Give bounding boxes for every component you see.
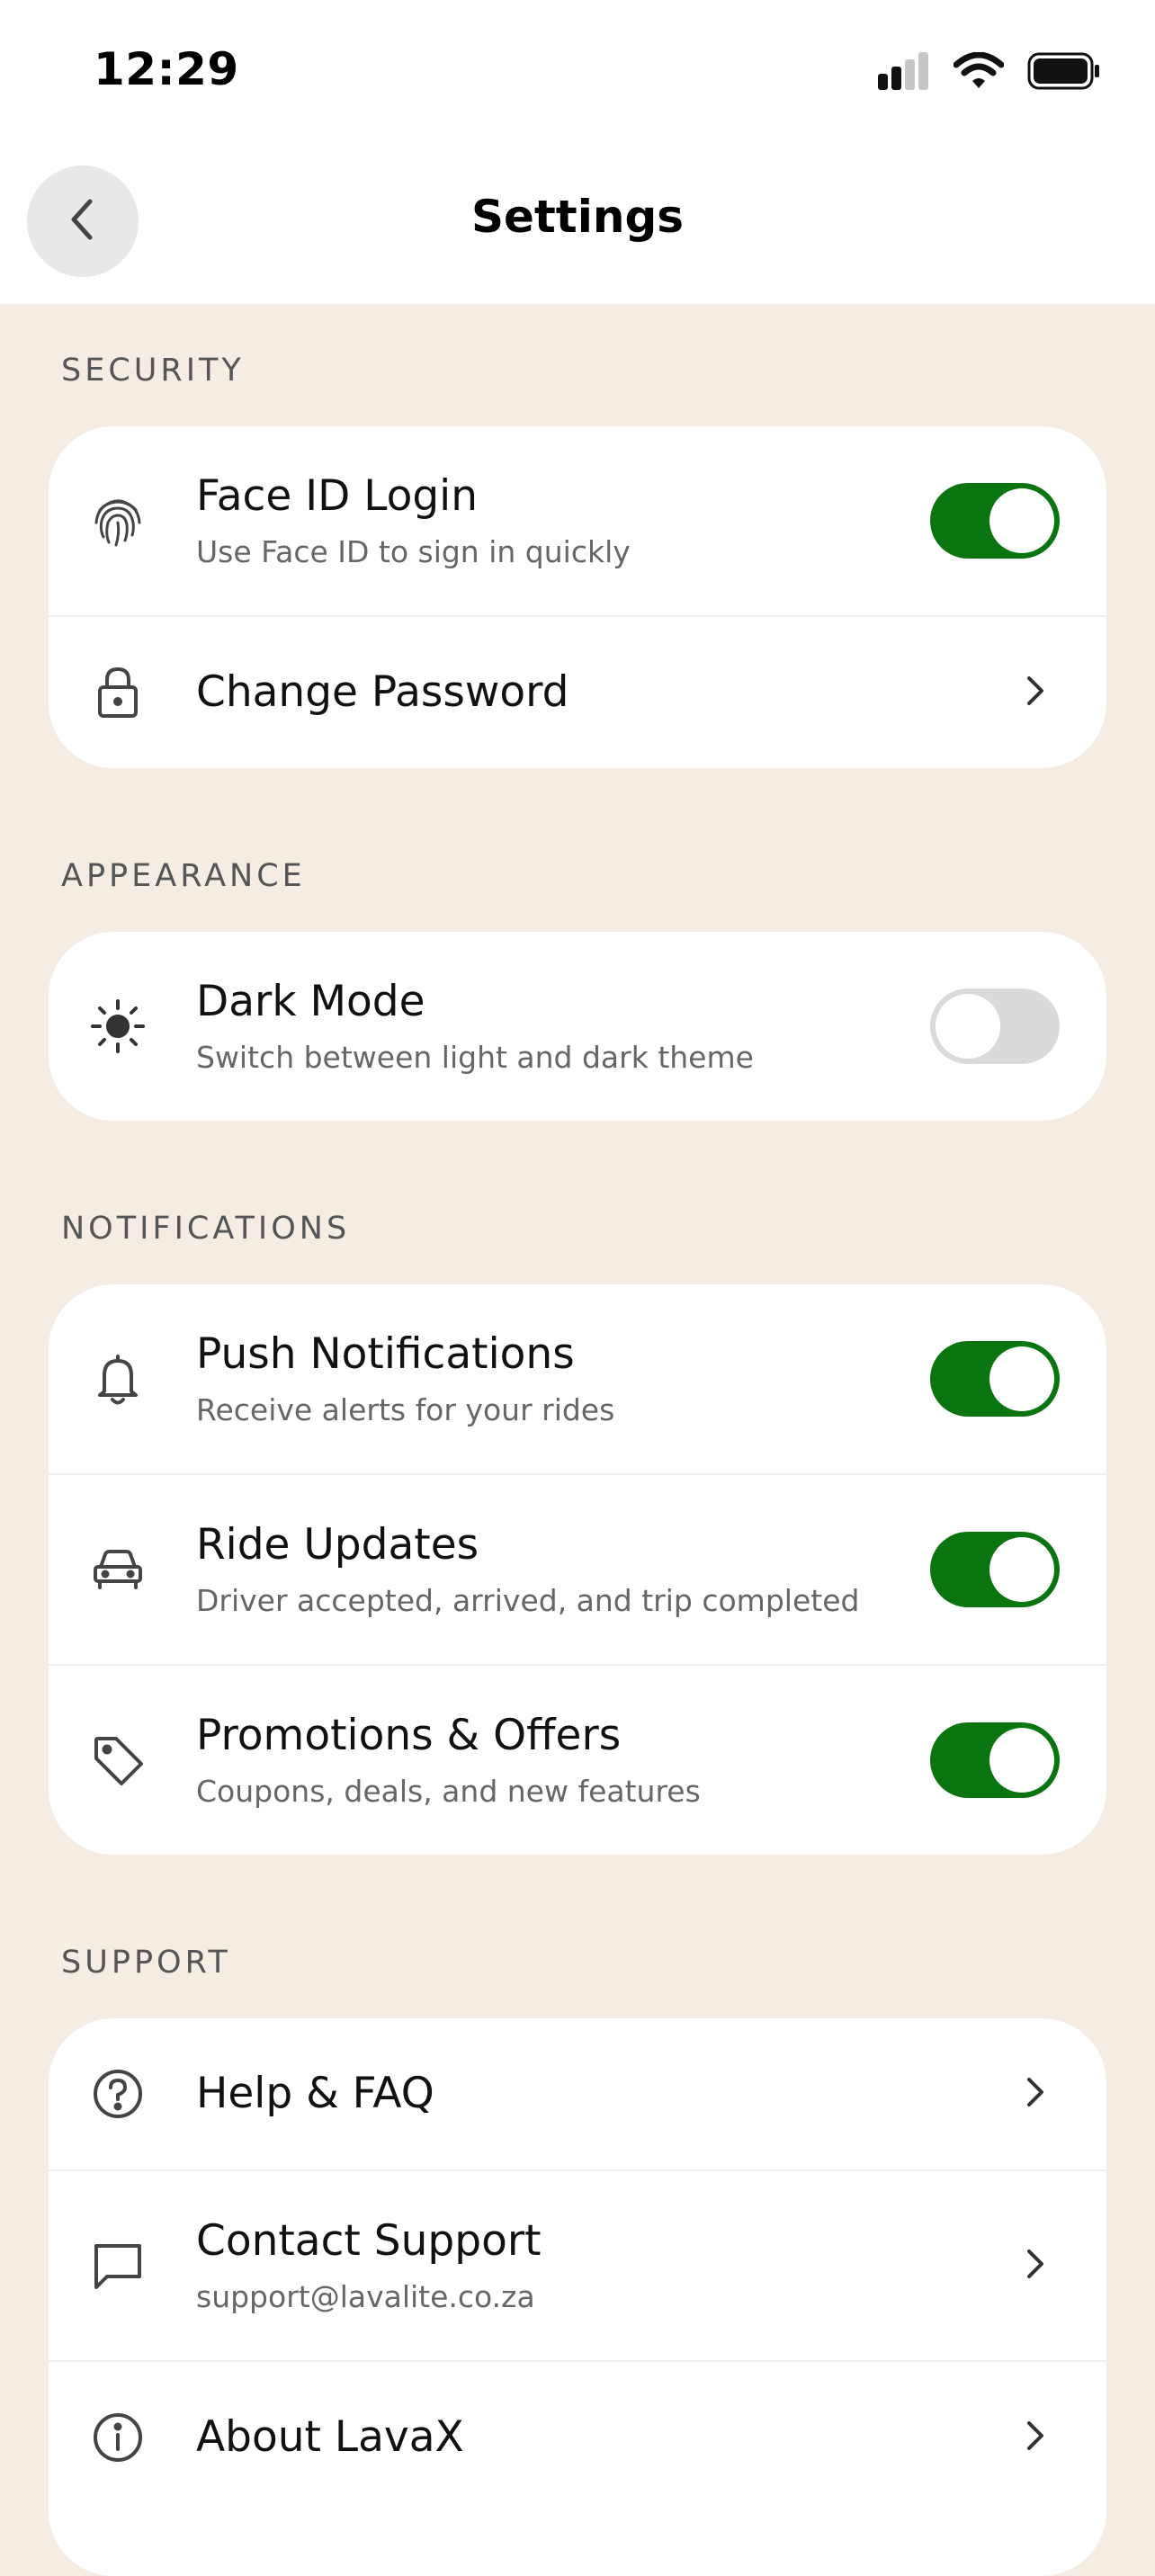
chevron-right-icon (1018, 2076, 1051, 2108)
fingerprint-icon (89, 492, 147, 550)
change-password-title: Change Password (196, 667, 569, 717)
appearance-card: Dark Mode Switch between light and dark … (49, 932, 1106, 1121)
status-time: 12:29 (94, 43, 239, 95)
car-icon (89, 1541, 147, 1598)
face-id-title: Face ID Login (196, 471, 479, 521)
contact-support-row[interactable]: Contact Support support@lavalite.co.za (49, 2171, 1106, 2360)
push-notifications-subtitle: Receive alerts for your rides (196, 1392, 615, 1427)
tag-icon (89, 1731, 147, 1789)
header-bar: 12:29 Settings (0, 0, 1155, 304)
ride-updates-title: Ride Updates (196, 1520, 479, 1570)
section-label-security: SECURITY (61, 353, 245, 389)
toggle-knob (989, 1537, 1054, 1602)
help-faq-title: Help & FAQ (196, 2069, 434, 2118)
promotions-toggle[interactable] (930, 1722, 1060, 1798)
sun-icon (89, 997, 147, 1055)
section-label-notifications: NOTIFICATIONS (61, 1211, 351, 1247)
notifications-card: Push Notifications Receive alerts for yo… (49, 1284, 1106, 1855)
toggle-knob (989, 488, 1054, 553)
dark-mode-row: Dark Mode Switch between light and dark … (49, 932, 1106, 1121)
support-card: Help & FAQ Contact Support support@laval… (49, 2018, 1106, 2576)
info-circle-icon (89, 2409, 147, 2466)
security-card: Face ID Login Use Face ID to sign in qui… (49, 426, 1106, 768)
chevron-right-icon (1018, 675, 1051, 707)
push-notifications-toggle[interactable] (930, 1341, 1060, 1417)
contact-support-email: support@lavalite.co.za (196, 2279, 535, 2314)
face-id-row: Face ID Login Use Face ID to sign in qui… (49, 426, 1106, 615)
help-faq-row[interactable]: Help & FAQ (49, 2018, 1106, 2169)
promotions-title: Promotions & Offers (196, 1711, 622, 1760)
promotions-row: Promotions & Offers Coupons, deals, and … (49, 1666, 1106, 1855)
chat-bubble-icon (89, 2237, 147, 2294)
dark-mode-title: Dark Mode (196, 977, 425, 1026)
promotions-subtitle: Coupons, deals, and new features (196, 1774, 701, 1809)
chevron-right-icon (1018, 2248, 1051, 2280)
lock-icon (89, 664, 147, 721)
contact-support-title: Contact Support (196, 2216, 542, 2266)
ride-updates-row: Ride Updates Driver accepted, arrived, a… (49, 1475, 1106, 1664)
toggle-knob (936, 994, 1000, 1059)
face-id-toggle[interactable] (930, 483, 1060, 559)
page-title: Settings (470, 191, 684, 243)
toggle-knob (989, 1346, 1054, 1411)
push-notifications-title: Push Notifications (196, 1329, 575, 1379)
section-label-support: SUPPORT (61, 1945, 231, 1981)
status-icons (878, 50, 1101, 95)
signal-icon (878, 52, 930, 94)
about-title: About LavaX (196, 2412, 464, 2462)
bell-icon (89, 1350, 147, 1408)
ride-updates-toggle[interactable] (930, 1532, 1060, 1607)
dark-mode-subtitle: Switch between light and dark theme (196, 1040, 754, 1075)
ride-updates-subtitle: Driver accepted, arrived, and trip compl… (196, 1583, 860, 1618)
toggle-knob (989, 1728, 1054, 1793)
question-circle-icon (89, 2065, 147, 2123)
face-id-subtitle: Use Face ID to sign in quickly (196, 534, 631, 569)
section-label-appearance: APPEARANCE (61, 858, 306, 894)
push-notifications-row: Push Notifications Receive alerts for yo… (49, 1284, 1106, 1473)
chevron-right-icon (1018, 2419, 1051, 2452)
dark-mode-toggle[interactable] (930, 988, 1060, 1064)
wifi-icon (953, 51, 1005, 94)
about-row[interactable]: About LavaX (49, 2362, 1106, 2513)
battery-icon (1027, 52, 1101, 94)
change-password-row[interactable]: Change Password (49, 617, 1106, 768)
